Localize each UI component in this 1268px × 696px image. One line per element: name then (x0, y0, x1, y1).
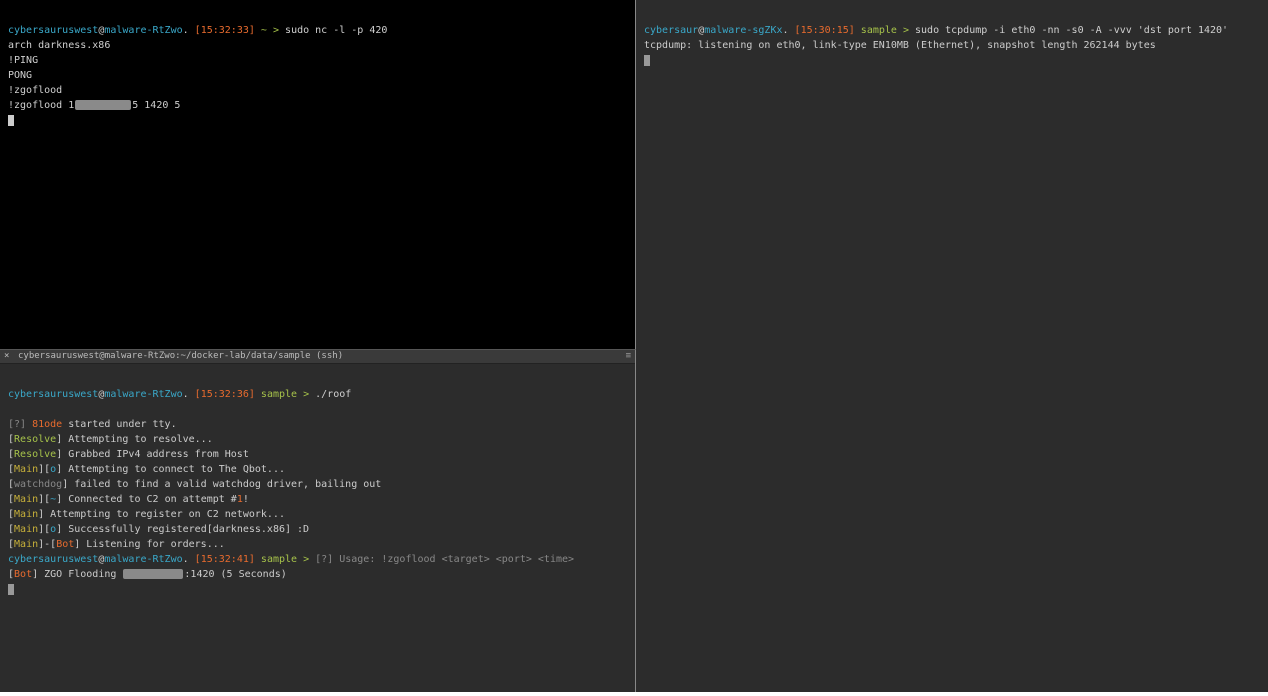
prompt-timestamp: [15:32:36] (195, 389, 255, 400)
bracket: ]-[ (38, 539, 56, 550)
output-line: 5 1420 5 (132, 100, 180, 111)
output-line: ] failed to find a valid watchdog driver… (62, 479, 381, 490)
output-line: PONG (8, 70, 32, 81)
prompt-user: cybersauruswest (8, 25, 98, 36)
redacted-ip (123, 569, 183, 579)
command-text: ./roof (315, 389, 351, 400)
output-line: ] Attempting to connect to The Qbot... (56, 464, 285, 475)
prompt-host: malware-RtZwo (104, 25, 182, 36)
bracket: ][ (38, 524, 50, 535)
output-line: [?] (8, 419, 32, 430)
prompt-separator: > (273, 25, 279, 36)
prompt-separator: > (303, 389, 309, 400)
output-line: !zgoflood 1 (8, 100, 74, 111)
tag-bot: Bot (14, 569, 32, 580)
prompt-host: malware-sgZKx (704, 25, 782, 36)
tag-main: Main (14, 524, 38, 535)
prompt-separator: > (903, 25, 909, 36)
output-line: ! (243, 494, 249, 505)
terminal-output-right[interactable]: cybersaur@malware-sgZKx. [15:30:15] samp… (636, 0, 1268, 83)
tag-main: Main (14, 464, 38, 475)
pane-top-left[interactable]: cybersauruswest@malware-RtZwo. [15:32:33… (0, 0, 636, 350)
terminal-output-top-left[interactable]: cybersauruswest@malware-RtZwo. [15:32:33… (0, 0, 635, 143)
prompt-host: malware-RtZwo (104, 389, 182, 400)
tag-watchdog: watchdog (14, 479, 62, 490)
tag-bot: Bot (56, 539, 74, 550)
pane-bottom-left[interactable]: × cybersauruswest@malware-RtZwo:~/docker… (0, 350, 636, 696)
output-line: arch darkness.x86 (8, 40, 110, 51)
output-line: !zgoflood (8, 85, 62, 96)
pane-right[interactable]: cybersaur@malware-sgZKx. [15:30:15] samp… (636, 0, 1268, 696)
prompt-path: sample (261, 554, 297, 565)
tag-resolve: Resolve (14, 434, 56, 445)
cursor-icon (644, 55, 650, 66)
output-line: ] Connected to C2 on attempt # (56, 494, 237, 505)
prompt-timestamp: [15:30:15] (795, 25, 855, 36)
output-line: ] Listening for orders... (74, 539, 225, 550)
output-line: ] Grabbed IPv4 address from Host (56, 449, 249, 460)
prompt-user: cybersaur (644, 25, 698, 36)
output-line: ] Attempting to resolve... (56, 434, 213, 445)
prompt-user: cybersauruswest (8, 389, 98, 400)
command-text: sudo tcpdump -i eth0 -nn -s0 -A -vvv 'ds… (915, 25, 1228, 36)
output-line: ] Successfully registered[darkness.x86] … (56, 524, 309, 535)
prompt-separator: > (303, 554, 309, 565)
prompt-timestamp: [15:32:33] (195, 25, 255, 36)
usage-text: [?] Usage: !zgoflood <target> <port> <ti… (315, 554, 574, 565)
prompt-path: sample (261, 389, 297, 400)
prompt-path: ~ (261, 25, 267, 36)
output-line: :1420 (5 Seconds) (184, 569, 286, 580)
cursor-icon (8, 584, 14, 595)
terminal-split-layout: cybersauruswest@malware-RtZwo. [15:32:33… (0, 0, 1268, 696)
redacted-ip (75, 100, 131, 110)
close-icon[interactable]: × (4, 350, 14, 363)
command-text: sudo nc -l -p 420 (285, 25, 387, 36)
tab-menu-icon[interactable]: ≡ (619, 350, 631, 363)
tag-main: Main (14, 509, 38, 520)
output-line: !PING (8, 55, 38, 66)
cursor-icon (8, 115, 14, 126)
output-line: ] Attempting to register on C2 network..… (38, 509, 285, 520)
bracket: ][ (38, 494, 50, 505)
output-line: ] ZGO Flooding (32, 569, 122, 580)
prompt-user: cybersauruswest (8, 554, 98, 565)
output-line: tcpdump: listening on eth0, link-type EN… (644, 40, 1156, 51)
tag-main: Main (14, 539, 38, 550)
tag-resolve: Resolve (14, 449, 56, 460)
tab-bar: × cybersauruswest@malware-RtZwo:~/docker… (0, 350, 635, 364)
bracket: ][ (38, 464, 50, 475)
tab-title[interactable]: cybersauruswest@malware-RtZwo:~/docker-l… (14, 350, 619, 363)
output-token: 81ode (32, 419, 62, 430)
prompt-host: malware-RtZwo (104, 554, 182, 565)
terminal-output-bottom-left[interactable]: cybersauruswest@malware-RtZwo. [15:32:36… (0, 364, 635, 612)
output-line: started under tty. (62, 419, 176, 430)
prompt-timestamp: [15:32:41] (195, 554, 255, 565)
tag-main: Main (14, 494, 38, 505)
prompt-path: sample (861, 25, 897, 36)
